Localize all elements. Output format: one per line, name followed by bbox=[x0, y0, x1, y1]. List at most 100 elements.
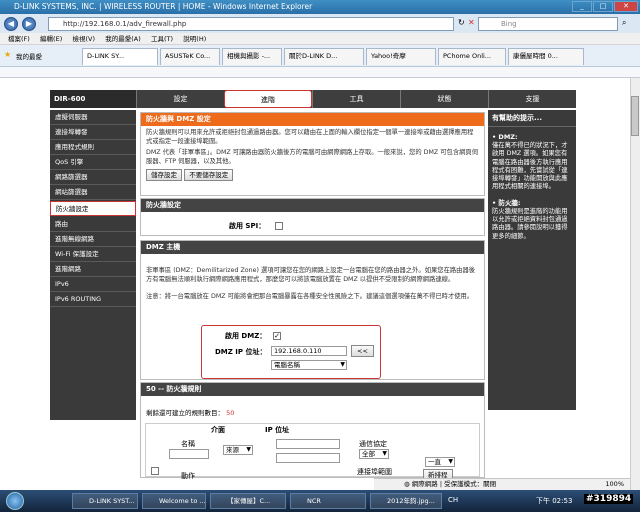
taskbar-item-family-house[interactable]: 【家傳屋】C... bbox=[210, 493, 286, 509]
forward-icon[interactable]: ▶ bbox=[22, 17, 36, 31]
sidebar-item-routing[interactable]: 路由 bbox=[50, 217, 136, 232]
scrollbar-thumb[interactable] bbox=[631, 96, 639, 136]
sidebar-item-adv-network[interactable]: 進階網路 bbox=[50, 262, 136, 277]
zoom-level[interactable]: 100% bbox=[605, 479, 624, 490]
globe-icon: ◍ bbox=[404, 480, 412, 488]
protocol-select[interactable]: 全部 ▼ bbox=[359, 449, 389, 459]
taskbar-item-dlink[interactable]: D-LINK SYST... bbox=[72, 493, 138, 509]
search-input[interactable]: Bing bbox=[478, 17, 618, 31]
source-select-value: 來源 bbox=[226, 446, 239, 454]
schedule-select-value: 一直 bbox=[428, 458, 441, 466]
protocol-select-value: 全部 bbox=[362, 450, 375, 458]
tab-pchome[interactable]: PChome Onli... bbox=[438, 48, 506, 65]
dmz-intro-text: DMZ 代表「非軍事區」。DMZ 可讓路由器防火牆後方的電腦可由網際網路上存取。… bbox=[146, 149, 479, 165]
vertical-scrollbar[interactable] bbox=[630, 78, 640, 490]
tab-dlink[interactable]: D-LINK SY... bbox=[82, 48, 158, 65]
firewall-rules-heading: 50 -- 防火牆規則 bbox=[141, 383, 484, 396]
search-icon[interactable]: ⌕ bbox=[622, 18, 626, 28]
dmz-description: 非軍事區 (DMZ：Demilitarized Zone) 選項可讓您在您的網路… bbox=[146, 267, 476, 283]
dont-save-button[interactable]: 不要儲存設定 bbox=[184, 169, 234, 181]
source-select[interactable]: 來源 ▼ bbox=[223, 445, 253, 455]
schedule-select[interactable]: 一直 ▼ bbox=[425, 457, 455, 467]
chevron-down-icon: ▼ bbox=[340, 361, 345, 368]
tab-camera[interactable]: 相機與攝影 -... bbox=[222, 48, 282, 65]
save-settings-button[interactable]: 儲存設定 bbox=[146, 169, 182, 181]
tab-asus[interactable]: ASUSTeK Co... bbox=[160, 48, 220, 65]
sidebar-item-firewall[interactable]: 防火牆設定 bbox=[50, 201, 136, 216]
dmz-host-heading: DMZ 主機 bbox=[141, 241, 484, 254]
firewall-rules-panel: 50 -- 防火牆規則 剩餘還可建立的規則數目： 50 介面 IP 位址 名稱 … bbox=[140, 382, 485, 481]
menu-bar: 檔案(F) 編輯(E) 檢視(V) 我的最愛(A) 工具(T) 說明(H) bbox=[0, 33, 640, 45]
enable-dmz-checkbox[interactable]: ✓ bbox=[273, 332, 281, 340]
favorites-bar: ★ 我的最愛 D-LINK SY... ASUSTeK Co... 相機與攝影 … bbox=[0, 45, 640, 67]
refresh-icon[interactable]: ↻ bbox=[458, 18, 465, 27]
enable-dmz-label: 啟用 DMZ： bbox=[225, 332, 267, 340]
tab-setup[interactable]: 設定 bbox=[136, 90, 224, 108]
window-title: D-LINK SYSTEMS, INC. | WIRELESS ROUTER |… bbox=[14, 2, 313, 11]
copy-ip-button[interactable]: << bbox=[351, 345, 374, 357]
tab-support[interactable]: 支援 bbox=[488, 90, 576, 108]
firewall-intro-text: 防火牆規則可以用來允許或拒絕封包通過路由器。您可以藉由在上面的輸入欄位指定一個單… bbox=[146, 129, 474, 145]
rule-enable-checkbox[interactable] bbox=[151, 467, 159, 475]
menu-file[interactable]: 檔案(F) bbox=[8, 33, 30, 45]
stop-icon[interactable]: ✕ bbox=[468, 18, 475, 27]
firewall-dmz-heading: 防火牆與 DMZ 設定 bbox=[141, 113, 484, 126]
ip-start-input[interactable] bbox=[276, 439, 340, 449]
dmz-ip-label: DMZ IP 位址： bbox=[215, 348, 267, 356]
sidebar-item-wps[interactable]: Wi-Fi 保護設定 bbox=[50, 247, 136, 262]
status-zone: 網際網路 | 受保護模式：關閉 bbox=[411, 480, 497, 488]
computer-name-select[interactable]: 電腦名稱 ▼ bbox=[271, 360, 347, 370]
back-icon[interactable]: ◀ bbox=[4, 17, 18, 31]
sidebar-item-network-filter[interactable]: 網路篩選器 bbox=[50, 170, 136, 185]
minimize-button[interactable]: _ bbox=[572, 1, 592, 12]
taskbar-item-welcome[interactable]: Welcome to ... bbox=[142, 493, 206, 509]
sidebar-item-ipv6-routing[interactable]: IPv6 ROUTING bbox=[50, 292, 136, 307]
computer-name-value: 電腦名稱 bbox=[274, 361, 300, 369]
close-button[interactable]: ✕ bbox=[614, 1, 638, 12]
tab-advanced[interactable]: 進階 bbox=[224, 90, 312, 108]
url-field[interactable]: http://192.168.0.1/adv_firewall.php bbox=[48, 17, 454, 31]
taskbar-item-jpg[interactable]: 2012年鈞.jpg... bbox=[370, 493, 442, 509]
sidebar-item-adv-wireless[interactable]: 進階無線網路 bbox=[50, 232, 136, 247]
sidebar-item-website-filter[interactable]: 網站篩選器 bbox=[50, 185, 136, 200]
tab-home-time[interactable]: 康儷屋時間 0... bbox=[508, 48, 584, 65]
col-interface-header: 介面 bbox=[211, 426, 225, 434]
sidebar-item-app-rules[interactable]: 應用程式規則 bbox=[50, 140, 136, 155]
dmz-ip-field[interactable]: 192.168.0.110 bbox=[271, 346, 347, 356]
start-button[interactable] bbox=[6, 492, 24, 510]
address-toolbar: ◀ ▶ http://192.168.0.1/adv_firewall.php … bbox=[0, 14, 640, 33]
menu-view[interactable]: 檢視(V) bbox=[72, 33, 95, 45]
tab-about-dlink[interactable]: 關於D-LINK D... bbox=[284, 48, 364, 65]
status-bar: ◍ 網際網路 | 受保護模式：關閉 100% bbox=[374, 478, 630, 490]
rules-remaining-label: 剩餘還可建立的規則數目： bbox=[146, 409, 224, 417]
ip-end-input[interactable] bbox=[276, 453, 340, 463]
maximize-button[interactable]: □ bbox=[593, 1, 613, 12]
help-dmz-title: • DMZ: bbox=[492, 133, 518, 141]
sidebar-item-qos[interactable]: QoS 引擎 bbox=[50, 155, 136, 170]
clock: 下午 02:53 bbox=[536, 497, 573, 505]
tab-tools[interactable]: 工具 bbox=[312, 90, 400, 108]
chevron-down-icon: ▼ bbox=[448, 458, 453, 465]
spi-checkbox[interactable] bbox=[275, 222, 283, 230]
rule-name-input[interactable] bbox=[169, 449, 209, 459]
command-bar bbox=[0, 67, 640, 78]
sidebar-item-ipv6[interactable]: IPv6 bbox=[50, 277, 136, 292]
favorites-label[interactable]: 我的最愛 bbox=[16, 51, 42, 61]
help-firewall-title: • 防火牆: bbox=[492, 198, 521, 207]
sidebar-item-virtual-server[interactable]: 虛擬伺服器 bbox=[50, 110, 136, 125]
firewall-settings-heading: 防火牆設定 bbox=[141, 199, 484, 212]
language-indicator[interactable]: CH bbox=[448, 496, 458, 504]
protocol-label: 通信協定 bbox=[359, 440, 387, 448]
menu-help[interactable]: 說明(H) bbox=[183, 33, 206, 45]
favorites-star-icon[interactable]: ★ bbox=[4, 50, 11, 59]
tab-status[interactable]: 狀態 bbox=[400, 90, 488, 108]
spi-label: 啟用 SPI： bbox=[229, 222, 266, 230]
menu-edit[interactable]: 編輯(E) bbox=[40, 33, 62, 45]
menu-tools[interactable]: 工具(T) bbox=[151, 33, 173, 45]
menu-favorites[interactable]: 我的最愛(A) bbox=[105, 33, 141, 45]
taskbar-item-ncr[interactable]: NCR bbox=[290, 493, 366, 509]
rules-remaining-value: 50 bbox=[226, 409, 235, 417]
sidebar-item-port-forwarding[interactable]: 連接埠轉發 bbox=[50, 125, 136, 140]
firewall-dmz-panel: 防火牆與 DMZ 設定 防火牆規則可以用來允許或拒絕封包通過路由器。您可以藉由在… bbox=[140, 112, 485, 196]
tab-yahoo[interactable]: Yahoo!奇摩 bbox=[366, 48, 436, 65]
